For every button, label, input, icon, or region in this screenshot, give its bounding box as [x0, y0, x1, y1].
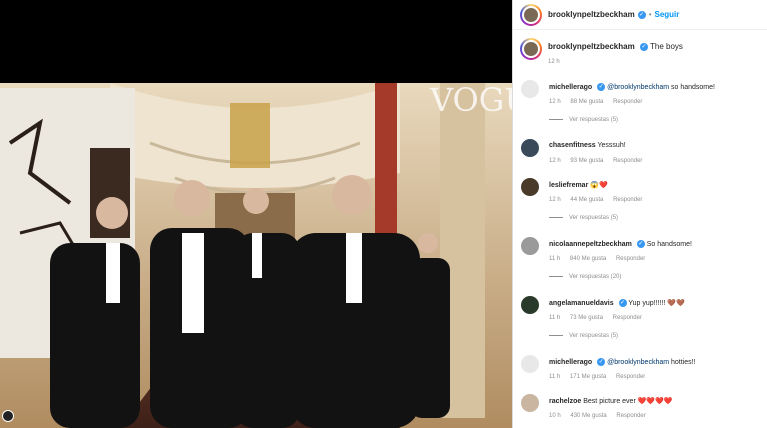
commenter-username[interactable]: lesliefremar — [549, 182, 588, 189]
comment-likes[interactable]: 93 Me gusta — [570, 158, 603, 164]
commenter-username[interactable]: nicolaannepeltzbeckham — [549, 241, 632, 248]
comment-time: 11 h — [549, 315, 561, 321]
verified-badge-icon: ✓ — [597, 83, 606, 91]
commenter-username[interactable]: rachelzoe — [549, 398, 581, 405]
comment-text: So handsome! — [646, 240, 692, 248]
view-replies-button[interactable]: Ver respuestas (20) — [549, 274, 621, 280]
post-photo[interactable]: VOGUE — [0, 83, 512, 428]
verified-badge-icon: ✓ — [637, 10, 646, 19]
commenter-avatar[interactable] — [521, 355, 539, 373]
verified-badge-icon: ✓ — [597, 358, 606, 366]
comment-likes[interactable]: 430 Me gusta — [570, 413, 606, 419]
vogue-watermark: VOGUE — [429, 83, 512, 119]
reply-button[interactable]: Responder — [616, 413, 645, 419]
comment-text: Yup yup!!!!!! 🤎🤎 — [628, 300, 685, 307]
commenter-username[interactable]: angelamanueldavis — [549, 300, 614, 307]
reply-button[interactable]: Responder — [613, 315, 642, 321]
verified-badge-icon: ✓ — [618, 299, 627, 308]
reply-button[interactable]: Responder — [616, 374, 645, 380]
caption-avatar[interactable] — [520, 38, 542, 60]
comment-time: 11 h — [549, 374, 561, 380]
reply-button[interactable]: Responder — [613, 99, 642, 105]
commenter-avatar[interactable] — [521, 178, 539, 196]
chandelier — [230, 103, 270, 168]
comment-text: Yesssuh! — [597, 142, 626, 149]
photo-illustration: VOGUE — [0, 83, 512, 428]
commenter-username[interactable]: michellerago — [549, 84, 592, 91]
comment-text: so handsome! — [669, 83, 715, 91]
reply-button[interactable]: Responder — [616, 256, 645, 262]
view-replies-button[interactable]: Ver respuestas (5) — [549, 215, 618, 221]
comment-text: Best picture ever ❤️❤️❤️❤️ — [583, 398, 673, 405]
post-caption: brooklynpeltzbeckham ✓ The boys — [520, 38, 683, 60]
caption-text: The boys — [650, 42, 683, 51]
comment-likes[interactable]: 44 Me gusta — [570, 197, 603, 203]
mention-link[interactable]: @brooklynbeckham — [607, 359, 669, 366]
commenter-avatar[interactable] — [521, 237, 539, 255]
comment-text: hotties!! — [669, 358, 696, 366]
reply-button[interactable]: Responder — [613, 197, 642, 203]
caption-time: 12 h — [548, 59, 560, 65]
commenter-avatar[interactable] — [521, 394, 539, 412]
reply-button[interactable]: Responder — [613, 158, 642, 164]
comment-time: 11 h — [549, 256, 561, 262]
commenter-avatar[interactable] — [521, 296, 539, 314]
comments-panel: brooklynpeltzbeckham ✓ • Seguir brooklyn… — [512, 0, 767, 428]
view-replies-button[interactable]: Ver respuestas (5) — [549, 333, 618, 339]
commenter-avatar[interactable] — [521, 139, 539, 157]
separator-dot: • — [648, 10, 652, 19]
comment-time: 12 h — [549, 197, 561, 203]
comment-likes[interactable]: 73 Me gusta — [570, 315, 603, 321]
follow-button[interactable]: Seguir — [655, 10, 680, 19]
comment-time: 10 h — [549, 413, 561, 419]
commenter-avatar[interactable] — [521, 80, 539, 98]
post-header: brooklynpeltzbeckham ✓ • Seguir — [513, 0, 767, 30]
author-avatar[interactable] — [520, 3, 542, 26]
comment-text: 😱❤️ — [590, 182, 608, 189]
comment-likes[interactable]: 171 Me gusta — [570, 374, 606, 380]
comment-time: 12 h — [549, 99, 561, 105]
view-replies-button[interactable]: Ver respuestas (5) — [549, 117, 618, 123]
comment-likes[interactable]: 840 Me gusta — [570, 256, 606, 262]
commenter-username[interactable]: michellerago — [549, 359, 592, 366]
comment-likes[interactable]: 88 Me gusta — [570, 99, 603, 105]
commenter-username[interactable]: chasenfitness — [549, 142, 596, 149]
verified-badge-icon: ✓ — [636, 240, 645, 248]
tagged-user-icon[interactable] — [2, 410, 14, 422]
verified-badge-icon: ✓ — [639, 42, 648, 51]
mention-link[interactable]: @brooklynbeckham — [607, 84, 669, 91]
post-media: VOGUE — [0, 0, 512, 428]
author-username[interactable]: brooklynpeltzbeckham — [548, 10, 635, 19]
comment-time: 12 h — [549, 158, 561, 164]
caption-username[interactable]: brooklynpeltzbeckham — [548, 42, 635, 51]
